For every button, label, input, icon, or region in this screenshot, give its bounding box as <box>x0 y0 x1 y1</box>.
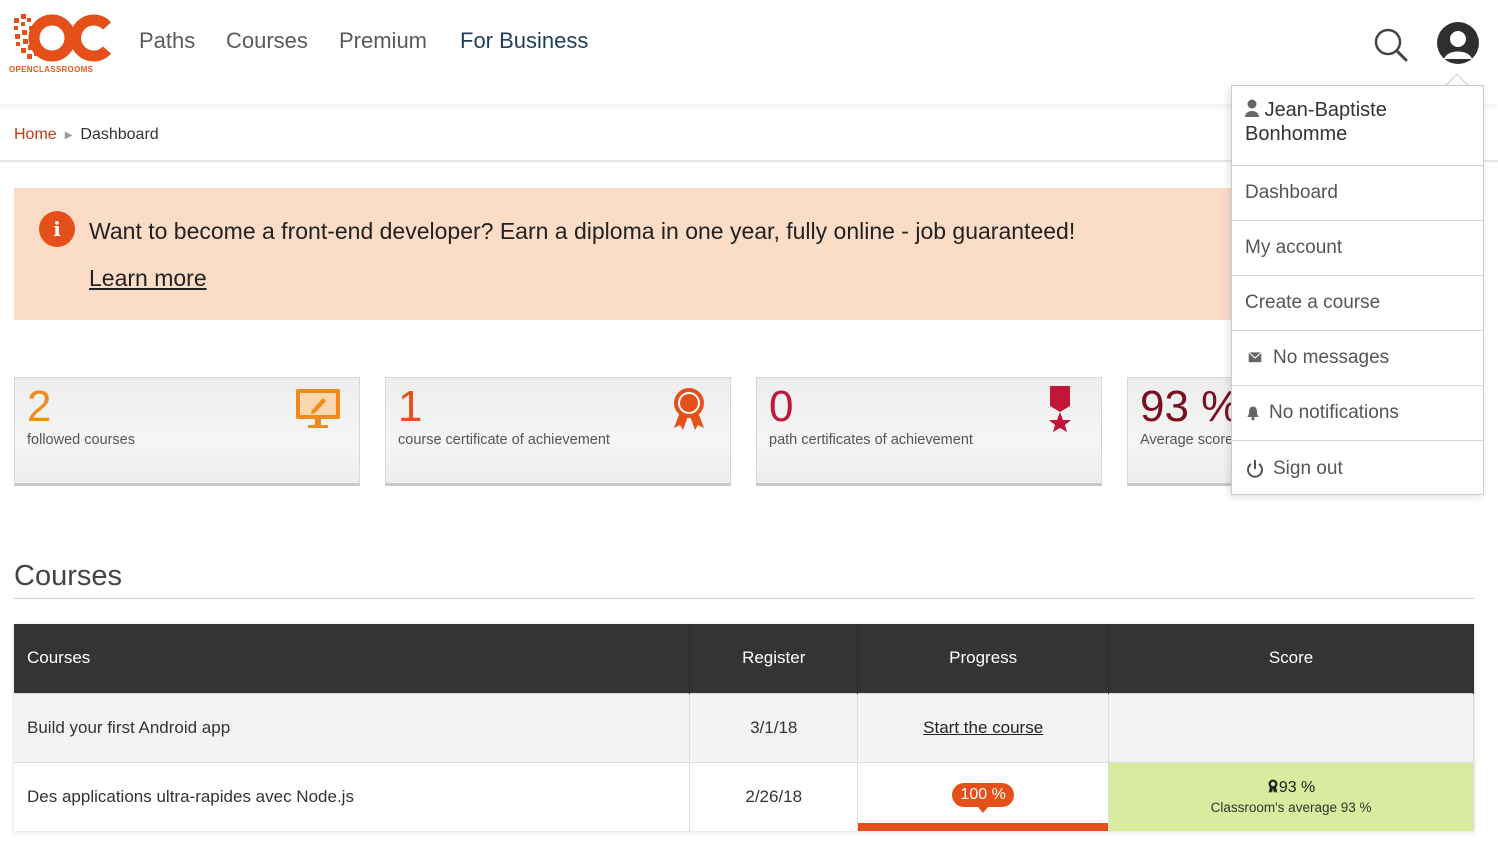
progress-cell: 100 % <box>857 761 1110 831</box>
course-name[interactable]: Build your first Android app <box>14 692 691 762</box>
nav-courses[interactable]: Courses <box>226 28 308 54</box>
nav-for-business[interactable]: For Business <box>460 28 588 54</box>
menu-item-label: My account <box>1245 237 1343 258</box>
nav-paths[interactable]: Paths <box>139 28 195 54</box>
column-header-register[interactable]: Register <box>689 624 859 693</box>
learn-more-link[interactable]: Learn more <box>89 265 207 292</box>
stat-label: path certificates of achievement <box>769 432 973 448</box>
menu-item-label: Dashboard <box>1245 182 1338 203</box>
nav-premium[interactable]: Premium <box>339 28 427 54</box>
stat-label: followed courses <box>27 432 135 448</box>
logo-mark-icon <box>14 14 112 62</box>
menu-item-label: Sign out <box>1273 457 1343 479</box>
user-avatar-icon[interactable] <box>1436 21 1480 65</box>
breadcrumb-home-link[interactable]: Home <box>14 126 57 144</box>
table-header-row: Courses Register Progress Score <box>14 624 1474 693</box>
menu-item-my-account[interactable]: My account <box>1232 221 1483 276</box>
courses-section-title: Courses <box>14 560 122 592</box>
score-cell <box>1108 692 1474 762</box>
menu-item-create-course[interactable]: Create a course <box>1232 276 1483 331</box>
table-row[interactable]: Des applications ultra-rapides avec Node… <box>14 761 1474 831</box>
menu-item-notifications[interactable]: No notifications <box>1232 386 1483 441</box>
bell-icon <box>1247 406 1259 421</box>
promo-banner: i Want to become a front-end developer? … <box>14 188 1274 320</box>
award-icon <box>1268 779 1278 793</box>
user-dropdown-menu: Jean-Baptiste Bonhomme Dashboard My acco… <box>1231 85 1484 495</box>
classroom-average: Classroom's average 93 % <box>1210 799 1372 815</box>
stat-card-course-certificates: 1 course certificate of achievement <box>385 377 731 486</box>
stat-value: 1 <box>398 382 423 431</box>
menu-item-label: No messages <box>1273 347 1390 368</box>
column-header-progress[interactable]: Progress <box>857 624 1110 693</box>
banner-message: Want to become a front-end developer? Ea… <box>89 218 1076 244</box>
column-header-score[interactable]: Score <box>1108 624 1474 693</box>
menu-item-sign-out[interactable]: Sign out <box>1232 441 1483 496</box>
menu-item-messages[interactable]: No messages <box>1232 331 1483 386</box>
score-cell: 93 % Classroom's average 93 % <box>1108 761 1474 831</box>
section-divider <box>14 598 1474 599</box>
progress-bar <box>858 823 1109 831</box>
course-name[interactable]: Des applications ultra-rapides avec Node… <box>14 761 691 831</box>
star-medal-icon <box>1049 386 1071 432</box>
menu-item-label: Create a course <box>1245 292 1381 313</box>
stat-value: 0 <box>769 382 794 431</box>
breadcrumb: Home ▶ Dashboard <box>14 126 159 144</box>
course-register-date: 2/26/18 <box>689 761 859 831</box>
score-value: 93 % <box>1109 779 1473 797</box>
breadcrumb-separator-icon: ▶ <box>64 129 73 141</box>
menu-item-dashboard[interactable]: Dashboard <box>1232 166 1483 221</box>
stat-value: 93 % <box>1140 382 1241 431</box>
column-header-courses[interactable]: Courses <box>14 624 691 693</box>
course-register-date: 3/1/18 <box>689 692 859 762</box>
user-icon <box>1245 99 1259 117</box>
menu-user-name: Jean-Baptiste Bonhomme <box>1245 99 1387 145</box>
envelope-icon <box>1248 352 1262 363</box>
logo-wordmark: OPENCLASSROOMS <box>9 65 94 74</box>
stat-card-followed-courses: 2 followed courses <box>14 377 360 486</box>
table-row[interactable]: Build your first Android app 3/1/18 Star… <box>14 692 1474 762</box>
start-course-link[interactable]: Start the course <box>923 718 1043 737</box>
menu-user-header: Jean-Baptiste Bonhomme <box>1232 86 1483 166</box>
info-icon: i <box>39 211 75 247</box>
stat-label: course certificate of achievement <box>398 432 610 448</box>
menu-item-label: No notifications <box>1269 402 1399 423</box>
power-icon <box>1247 459 1263 478</box>
ribbon-award-icon <box>674 388 704 430</box>
progress-percent-badge: 100 % <box>952 782 1014 813</box>
progress-cell: Start the course <box>857 692 1110 762</box>
stat-card-path-certificates: 0 path certificates of achievement <box>756 377 1102 486</box>
score-percent: 93 % <box>1278 778 1316 796</box>
breadcrumb-current: Dashboard <box>80 126 159 143</box>
monitor-pencil-icon <box>296 389 340 428</box>
stat-value: 2 <box>27 382 52 431</box>
search-icon[interactable] <box>1372 26 1408 62</box>
courses-table: Courses Register Progress Score Build yo… <box>14 624 1474 831</box>
stat-label: Average score <box>1140 432 1234 448</box>
